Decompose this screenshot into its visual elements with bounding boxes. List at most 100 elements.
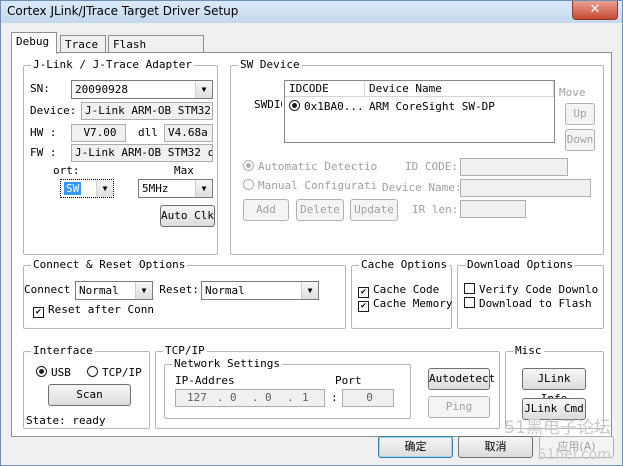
tcpip-group-title: TCP/IP: [163, 344, 207, 357]
connect-select[interactable]: Normal ▼: [75, 281, 153, 300]
device-label: Device:: [30, 104, 77, 117]
tcpip-group: TCP/IP Network Settings IP-Addres Port 1…: [155, 344, 500, 429]
cache-memory-label: Cache Memory: [373, 297, 453, 310]
tab-flash-download[interactable]: Flash Download: [108, 35, 204, 69]
reset-label: Reset:: [159, 283, 199, 296]
port-number-field[interactable]: 0: [342, 389, 394, 407]
scan-button[interactable]: Scan: [48, 384, 131, 406]
list-item[interactable]: 0x1BA0...: [289, 100, 364, 113]
ip-octet-1: 127: [187, 391, 207, 404]
id-code-label: ID CODE:: [405, 160, 458, 173]
ip-octet-2: 0: [230, 391, 237, 404]
ir-len-field[interactable]: [460, 200, 526, 218]
interface-group: Interface USB TCP/IP Scan State: ready: [23, 344, 150, 429]
ip-octet-4: 1: [302, 391, 309, 404]
delete-button[interactable]: Delete: [296, 199, 344, 221]
tcpip-radio[interactable]: TCP/IP: [87, 366, 142, 379]
update-button[interactable]: Update: [350, 199, 398, 221]
close-button[interactable]: ✕: [572, 1, 618, 20]
radio-selected-icon: [289, 100, 300, 111]
hw-label: HW :: [30, 126, 57, 139]
fw-field: J-Link ARM-OB STM32 comp: [71, 144, 213, 162]
reset-after-connect-checkbox[interactable]: ✔ Reset after Conn: [33, 303, 154, 318]
move-up-button[interactable]: Up: [565, 103, 595, 125]
ping-button[interactable]: Ping: [428, 396, 490, 418]
manual-configuration-radio[interactable]: Manual Configurati: [243, 179, 377, 192]
move-label: Move: [559, 86, 586, 99]
sn-label: SN:: [30, 82, 50, 95]
ok-button[interactable]: 确定: [378, 436, 453, 458]
ip-address-field[interactable]: 127 . 0 . 0 . 1: [175, 389, 325, 407]
connect-label: Connect:: [24, 283, 72, 296]
title-bar: Cortex JLink/JTrace Target Driver Setup …: [1, 1, 622, 23]
chevron-down-icon: ▼: [135, 282, 152, 299]
idcode-column-header[interactable]: IDCODE: [285, 81, 365, 97]
watermark-url: 51hei.com: [537, 447, 611, 463]
sn-value: 20090928: [75, 83, 128, 96]
automatic-detection-radio[interactable]: Automatic Detectio: [243, 160, 377, 173]
window-title: Cortex JLink/JTrace Target Driver Setup: [7, 4, 239, 18]
ip-dot: .: [217, 391, 224, 404]
max-clock-select[interactable]: 5MHz ▼: [138, 179, 213, 198]
sw-device-list[interactable]: IDCODE Device Name 0x1BA0... ARM CoreSig…: [284, 80, 555, 143]
sn-select[interactable]: 20090928 ▼: [71, 80, 213, 99]
fw-label: FW :: [30, 146, 57, 159]
port-label: ort:: [53, 164, 80, 177]
ip-address-label: IP-Addres: [175, 374, 235, 387]
device-name-column-header[interactable]: Device Name: [365, 81, 554, 97]
automatic-detection-label: Automatic Detectio: [258, 160, 378, 173]
autodetect-button[interactable]: Autodetect: [428, 368, 495, 390]
chevron-down-icon: ▼: [96, 180, 113, 197]
cache-memory-checkbox[interactable]: ✔ Cache Memory: [358, 297, 452, 312]
id-code-field[interactable]: [460, 158, 568, 176]
dialog-window: Cortex JLink/JTrace Target Driver Setup …: [0, 0, 623, 466]
move-down-button[interactable]: Down: [565, 129, 595, 151]
reset-value: Normal: [205, 284, 245, 297]
cache-options-group-title: Cache Options: [359, 258, 450, 271]
download-to-flash-label: Download to Flash: [479, 297, 592, 310]
sw-device-group-title: SW Device: [238, 58, 302, 71]
usb-radio[interactable]: USB: [36, 366, 71, 379]
radio-icon: [87, 366, 98, 377]
port-select[interactable]: SW ▼: [60, 179, 114, 198]
tab-trace[interactable]: Trace: [60, 35, 106, 53]
device-name-field[interactable]: [460, 179, 591, 197]
chevron-down-icon: ▼: [301, 282, 318, 299]
reset-after-connect-label: Reset after Conn: [48, 303, 154, 316]
radio-icon: [243, 179, 254, 190]
download-options-group-title: Download Options: [465, 258, 575, 271]
dll-label: dll: [138, 126, 158, 139]
cancel-button[interactable]: 取消: [458, 436, 533, 458]
close-icon: ✕: [589, 2, 601, 17]
cache-code-checkbox[interactable]: ✔ Cache Code: [358, 283, 439, 298]
port-number-label: Port: [335, 374, 362, 387]
verify-code-checkbox[interactable]: Verify Code Downlo: [464, 283, 598, 296]
verify-code-label: Verify Code Downlo: [479, 283, 599, 296]
hw-field: V7.00: [71, 124, 126, 142]
device-field: J-Link ARM-OB STM32: [81, 102, 213, 120]
tab-debug[interactable]: Debug: [11, 32, 57, 54]
add-button[interactable]: Add: [243, 199, 289, 221]
max-clock-value: 5MHz: [142, 182, 169, 195]
swdio-label: SWDIO: [254, 98, 282, 111]
download-options-group: Download Options Verify Code Downlo Down…: [457, 258, 604, 329]
checkmark-icon: ✔: [33, 307, 44, 318]
adapter-group-title: J-Link / J-Trace Adapter: [31, 58, 194, 71]
reset-select[interactable]: Normal ▼: [201, 281, 319, 300]
watermark-title: 51黑电子论坛: [504, 418, 611, 438]
auto-clk-button[interactable]: Auto Clk: [160, 205, 215, 227]
download-to-flash-checkbox[interactable]: Download to Flash: [464, 297, 592, 310]
ip-dot: .: [287, 391, 294, 404]
dialog-body: Debug Trace Flash Download J-Link / J-Tr…: [2, 23, 621, 465]
checkmark-icon: ✔: [358, 301, 369, 312]
sw-device-group: SW Device SWDIO IDCODE Device Name 0x1BA…: [230, 58, 604, 255]
port-separator: :: [331, 391, 338, 404]
ip-octet-3: 0: [265, 391, 272, 404]
network-settings-title: Network Settings: [172, 357, 282, 370]
row-idcode: 0x1BA0...: [304, 100, 364, 113]
jlink-info-button[interactable]: JLink Info: [522, 368, 586, 405]
chevron-down-icon: ▼: [195, 180, 212, 197]
row-device-name: ARM CoreSight SW-DP: [369, 100, 495, 113]
connect-value: Normal: [79, 284, 119, 297]
checkbox-empty-icon: [464, 297, 475, 308]
